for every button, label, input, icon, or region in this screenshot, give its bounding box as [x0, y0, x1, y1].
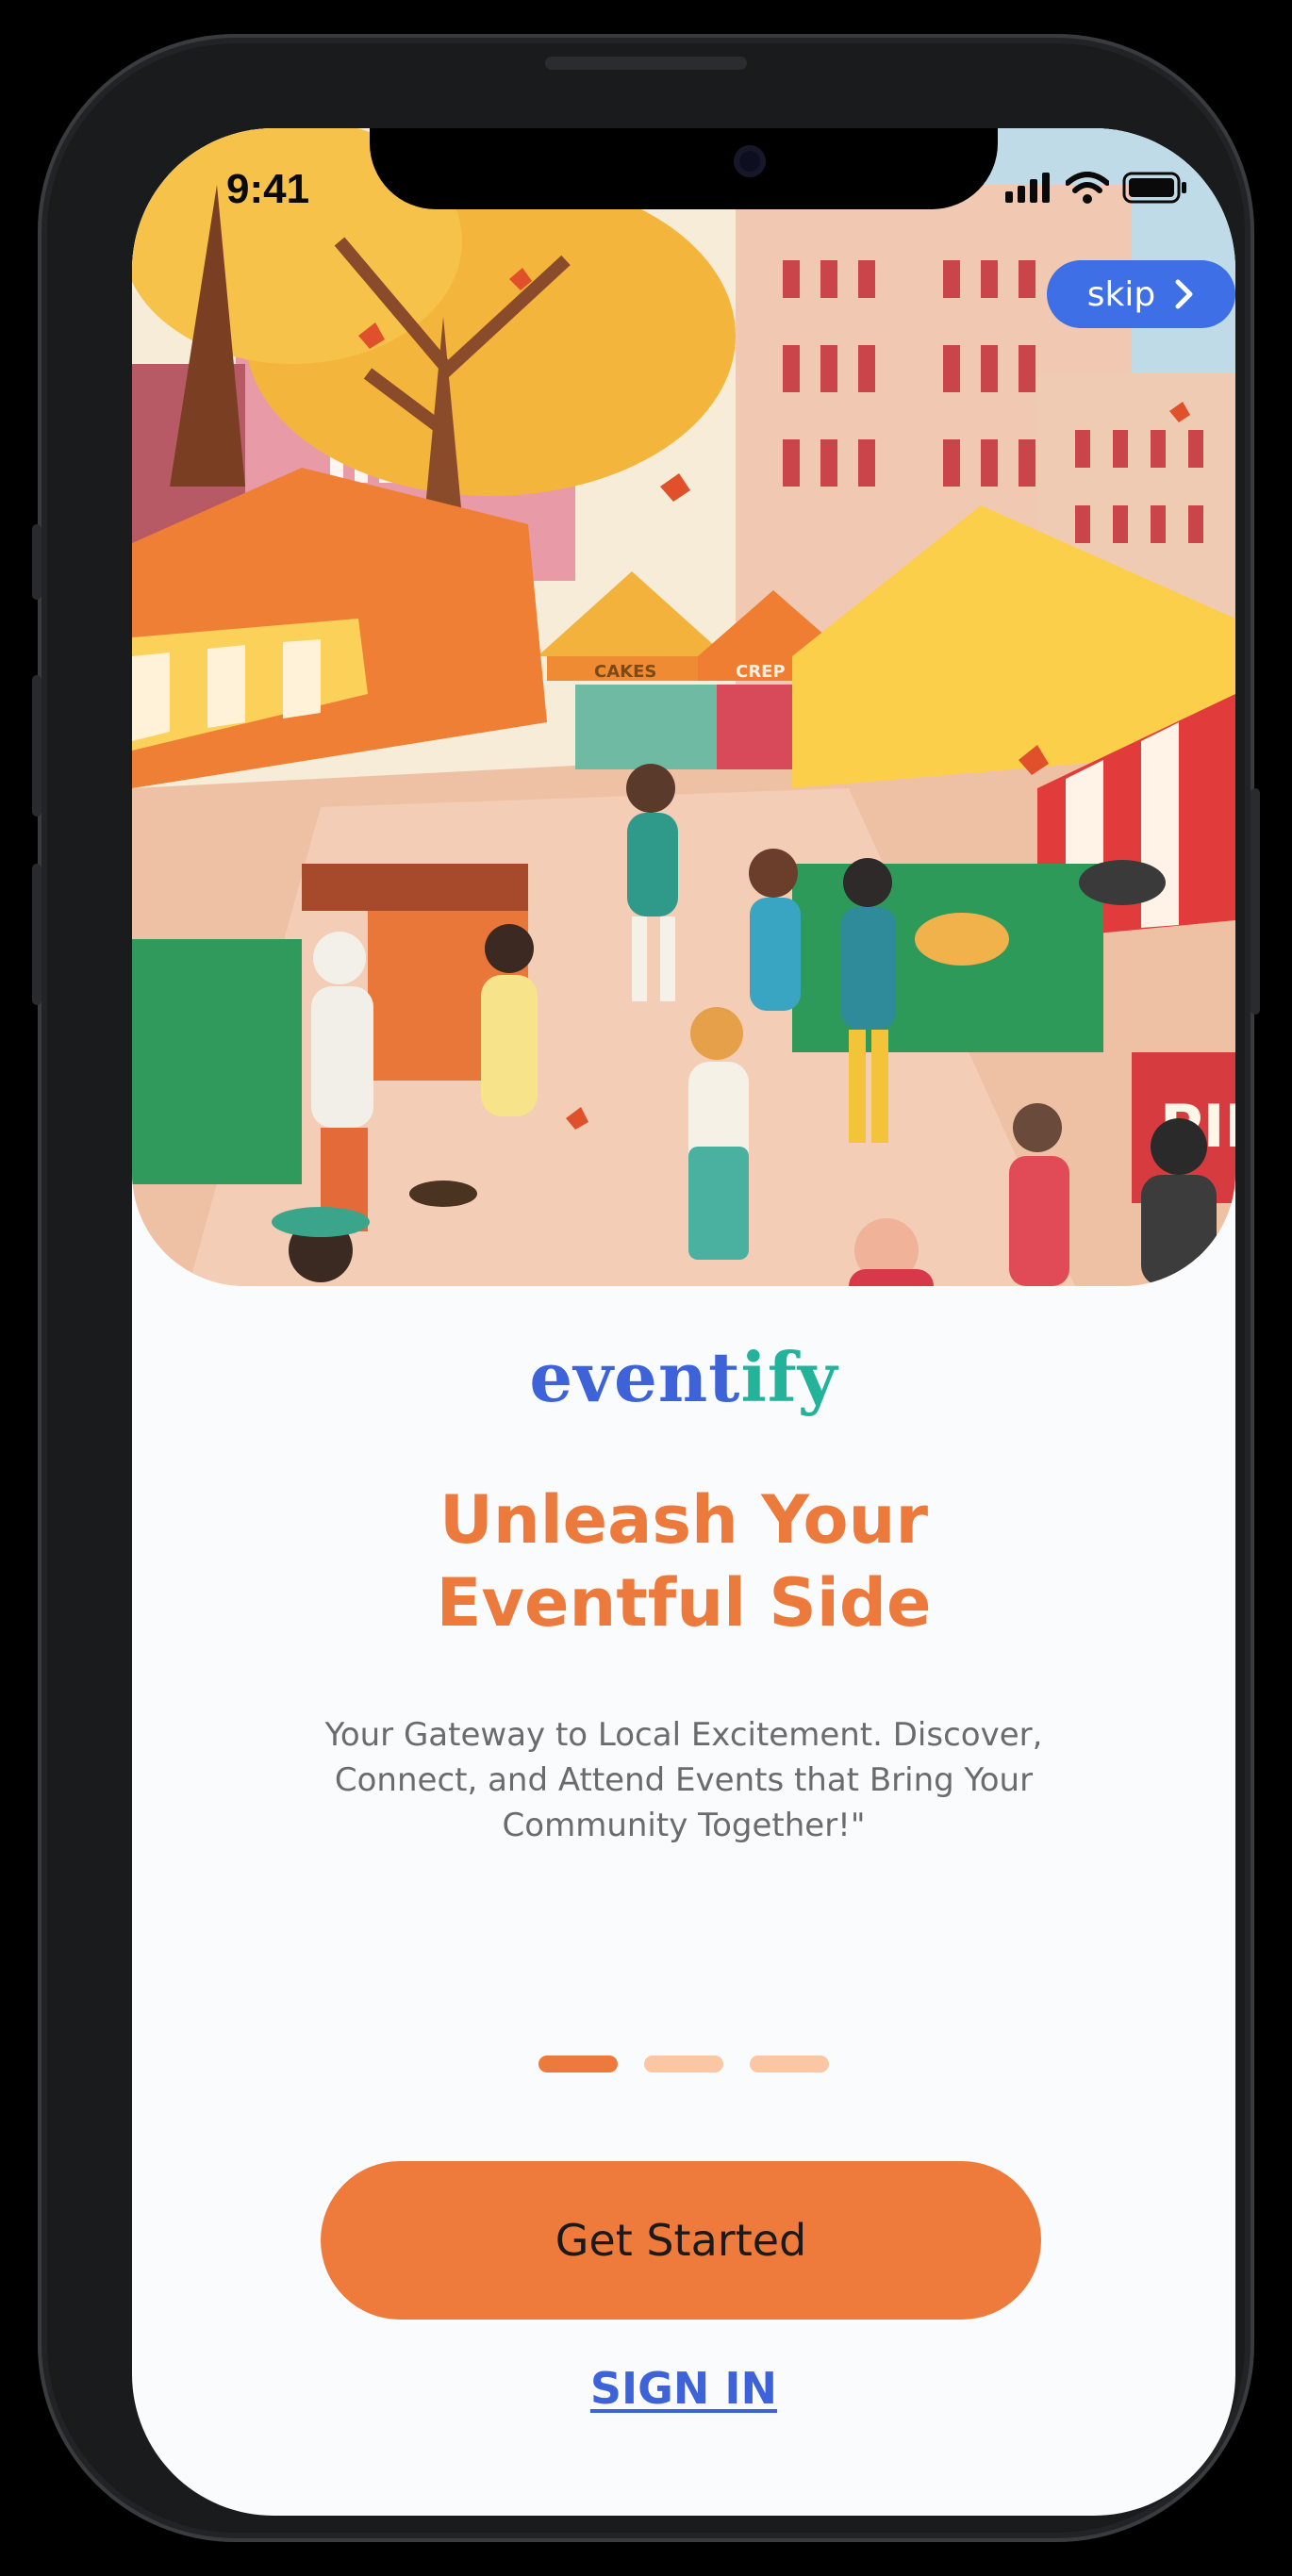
stall-sign-crep: CREP	[736, 662, 786, 682]
wifi-icon	[1066, 172, 1109, 204]
description-text: Your Gateway to Local Excitement. Discov…	[324, 1716, 1043, 1844]
status-icons	[1005, 172, 1188, 204]
screen: CAKES CREP 9:41 skip eventify Unleash Yo…	[132, 128, 1235, 2516]
page-title: Unleash Your Eventful Side	[132, 1478, 1235, 1644]
notch	[370, 128, 998, 209]
page-dot-1[interactable]	[538, 2056, 618, 2072]
page-dot-2[interactable]	[644, 2056, 723, 2072]
title-line-2: Eventful Side	[436, 1564, 932, 1642]
logo-part-ify: ify	[740, 1337, 838, 1417]
logo-part-event: event	[529, 1337, 741, 1417]
stall-sign-cakes: CAKES	[594, 662, 656, 682]
phone-frame: CAKES CREP 9:41 skip eventify Unleash Yo…	[32, 34, 1260, 2542]
action-button	[32, 524, 41, 600]
chevron-right-icon	[1175, 279, 1193, 309]
volume-down-button	[32, 864, 41, 1005]
pagination-dots	[132, 2056, 1235, 2072]
status-time: 9:41	[226, 166, 310, 212]
get-started-button[interactable]: Get Started	[321, 2161, 1041, 2320]
battery-icon	[1122, 172, 1186, 204]
sign-in-link[interactable]: SIGN IN	[132, 2363, 1235, 2414]
page-dot-3[interactable]	[750, 2056, 829, 2072]
signal-icon	[1005, 173, 1050, 203]
speaker	[545, 57, 747, 70]
front-camera	[734, 145, 766, 177]
power-button	[1251, 788, 1260, 1015]
app-logo: eventify	[132, 1337, 1235, 1417]
volume-up-button	[32, 675, 41, 817]
title-line-1: Unleash Your	[439, 1481, 928, 1559]
skip-button[interactable]: skip	[1047, 260, 1235, 328]
skip-label: skip	[1086, 274, 1156, 314]
